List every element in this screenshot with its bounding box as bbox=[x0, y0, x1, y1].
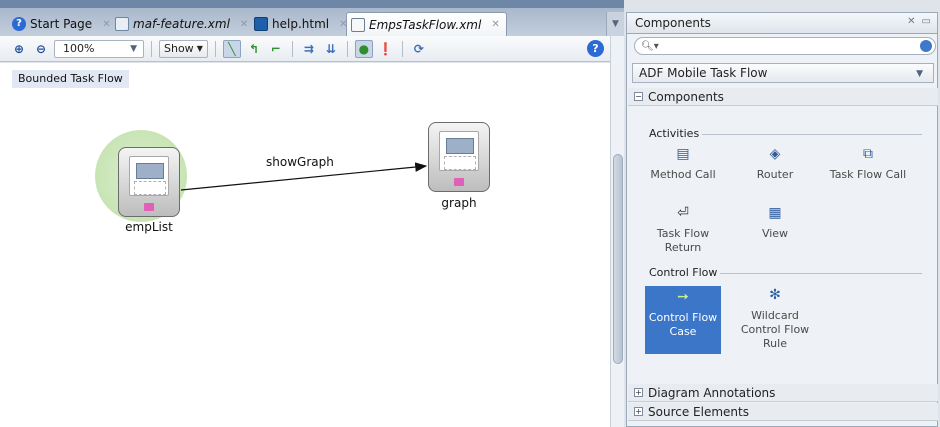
component-method-call[interactable]: ▤ Method Call bbox=[642, 147, 724, 182]
toolbar-separator bbox=[151, 40, 152, 57]
tab-help-html[interactable]: help.html ✕ bbox=[250, 12, 353, 36]
tab-emps-task-flow[interactable]: EmpsTaskFlow.xml ✕ bbox=[346, 12, 507, 36]
show-button-label: Show bbox=[164, 42, 194, 55]
tab-label: EmpsTaskFlow.xml bbox=[369, 17, 482, 32]
refresh-diagram-icon[interactable]: ⟳ bbox=[410, 40, 428, 58]
component-task-flow-return[interactable]: ⏎ Task Flow Return bbox=[642, 206, 724, 255]
component-label: Control Flow Case bbox=[648, 311, 718, 338]
section-source-elements[interactable]: + Source Elements bbox=[628, 403, 938, 421]
tab-start-page[interactable]: ? Start Page ✕ bbox=[8, 12, 117, 36]
tab-label: help.html bbox=[272, 17, 330, 31]
elbow-connector-icon[interactable]: ⌐ bbox=[267, 40, 285, 58]
canvas-vertical-scrollbar[interactable] bbox=[610, 36, 624, 427]
chevron-down-icon: ▼ bbox=[130, 43, 137, 54]
group-title: Activities bbox=[646, 127, 703, 140]
component-label: Task Flow Call bbox=[829, 168, 907, 181]
component-label: Wildcard Control Flow Rule bbox=[740, 309, 810, 350]
toolbar-separator bbox=[291, 40, 293, 57]
components-panel-header: Components ✕ ▭ bbox=[626, 12, 938, 34]
section-components[interactable]: − Components bbox=[628, 88, 938, 106]
section-label: Source Elements bbox=[648, 404, 749, 419]
component-label: Router bbox=[756, 168, 794, 181]
component-label: Task Flow Return bbox=[656, 227, 710, 254]
chevron-down-icon: ▼ bbox=[916, 69, 923, 79]
toolbar-separator bbox=[214, 40, 216, 57]
component-wildcard-control-flow-rule[interactable]: ✻ Wildcard Control Flow Rule bbox=[734, 288, 816, 351]
component-task-flow-call[interactable]: ⧉ Task Flow Call bbox=[826, 147, 910, 182]
close-icon[interactable]: ✕ bbox=[491, 19, 499, 30]
group-control-flow: Control Flow bbox=[646, 266, 922, 280]
group-activities: Activities bbox=[646, 127, 922, 141]
edge-label-showgraph[interactable]: showGraph bbox=[266, 155, 334, 169]
diagram-toolbar: ⊕ ⊖ 100% ▼ Show ▼ ╲ ↰ ⌐ ⇉ ⇊ ● ❗ ⟳ bbox=[0, 36, 610, 62]
tab-label: Start Page bbox=[30, 17, 93, 31]
default-activity-icon[interactable]: ● bbox=[354, 39, 373, 58]
close-icon[interactable]: ✕ bbox=[102, 19, 110, 30]
tab-label: maf-feature.xml bbox=[133, 17, 230, 31]
expand-icon[interactable]: + bbox=[634, 388, 643, 397]
group-title: Control Flow bbox=[646, 266, 721, 279]
exception-handler-icon[interactable]: ❗ bbox=[377, 40, 395, 58]
taskflow-file-icon bbox=[351, 17, 365, 32]
category-value: ADF Mobile Task Flow bbox=[639, 66, 768, 80]
select-tool-icon[interactable]: ╲ bbox=[222, 39, 241, 58]
task-flow-return-icon: ⏎ bbox=[677, 205, 689, 221]
chevron-down-icon: ▼ bbox=[196, 44, 203, 53]
section-diagram-annotations[interactable]: + Diagram Annotations bbox=[628, 384, 938, 402]
component-control-flow-case[interactable]: ➙ Control Flow Case bbox=[645, 286, 721, 354]
control-flow-case-icon: ➙ bbox=[677, 289, 689, 305]
category-select[interactable]: ADF Mobile Task Flow ▼ bbox=[632, 63, 934, 83]
router-icon: ◈ bbox=[769, 146, 781, 162]
zoom-level-select[interactable]: 100% ▼ bbox=[54, 39, 144, 58]
align-horizontal-icon[interactable]: ⇉ bbox=[300, 40, 318, 58]
zoom-out-icon[interactable]: ⊖ bbox=[32, 40, 50, 58]
component-label: View bbox=[761, 227, 789, 240]
toolbar-separator bbox=[401, 40, 403, 57]
expand-icon[interactable]: + bbox=[634, 407, 643, 416]
panel-title: Components bbox=[635, 16, 711, 30]
search-icon: 🔍︎▾ bbox=[641, 40, 659, 52]
zoom-level-value: 100% bbox=[63, 42, 95, 55]
component-router[interactable]: ◈ Router bbox=[734, 147, 816, 182]
html-file-icon bbox=[254, 17, 268, 31]
close-icon[interactable]: ✕ bbox=[907, 16, 915, 27]
section-label: Components bbox=[648, 89, 724, 104]
minimize-icon[interactable]: ▭ bbox=[922, 16, 931, 27]
toolbar-separator bbox=[346, 40, 348, 57]
tab-maf-feature[interactable]: maf-feature.xml ✕ bbox=[111, 12, 254, 36]
zoom-in-icon[interactable]: ⊕ bbox=[10, 40, 28, 58]
method-call-icon: ▤ bbox=[676, 146, 690, 162]
component-view[interactable]: ▦ View bbox=[734, 206, 816, 241]
help-icon: ? bbox=[12, 17, 26, 31]
section-label: Diagram Annotations bbox=[648, 385, 776, 400]
scrollbar-thumb[interactable] bbox=[613, 154, 623, 364]
task-flow-call-icon: ⧉ bbox=[863, 146, 873, 162]
connector-tool-icon[interactable]: ↰ bbox=[245, 40, 263, 58]
control-flow-edge[interactable] bbox=[0, 63, 610, 427]
close-icon[interactable]: ✕ bbox=[240, 19, 248, 30]
component-search-input[interactable]: 🔍︎▾ bbox=[634, 37, 936, 55]
tab-list-dropdown-icon[interactable]: ▼ bbox=[606, 12, 624, 36]
collapse-icon[interactable]: − bbox=[634, 92, 643, 101]
view-icon: ▦ bbox=[768, 205, 782, 221]
help-icon[interactable]: ? bbox=[587, 40, 604, 57]
wildcard-icon: ✻ bbox=[769, 287, 781, 303]
editor-tab-bar: ? Start Page ✕ maf-feature.xml ✕ help.ht… bbox=[0, 0, 624, 36]
search-go-icon[interactable] bbox=[920, 40, 932, 52]
align-vertical-icon[interactable]: ⇊ bbox=[322, 40, 340, 58]
component-label: Method Call bbox=[650, 168, 716, 181]
xml-file-icon bbox=[115, 17, 129, 31]
show-button[interactable]: Show ▼ bbox=[159, 39, 208, 58]
